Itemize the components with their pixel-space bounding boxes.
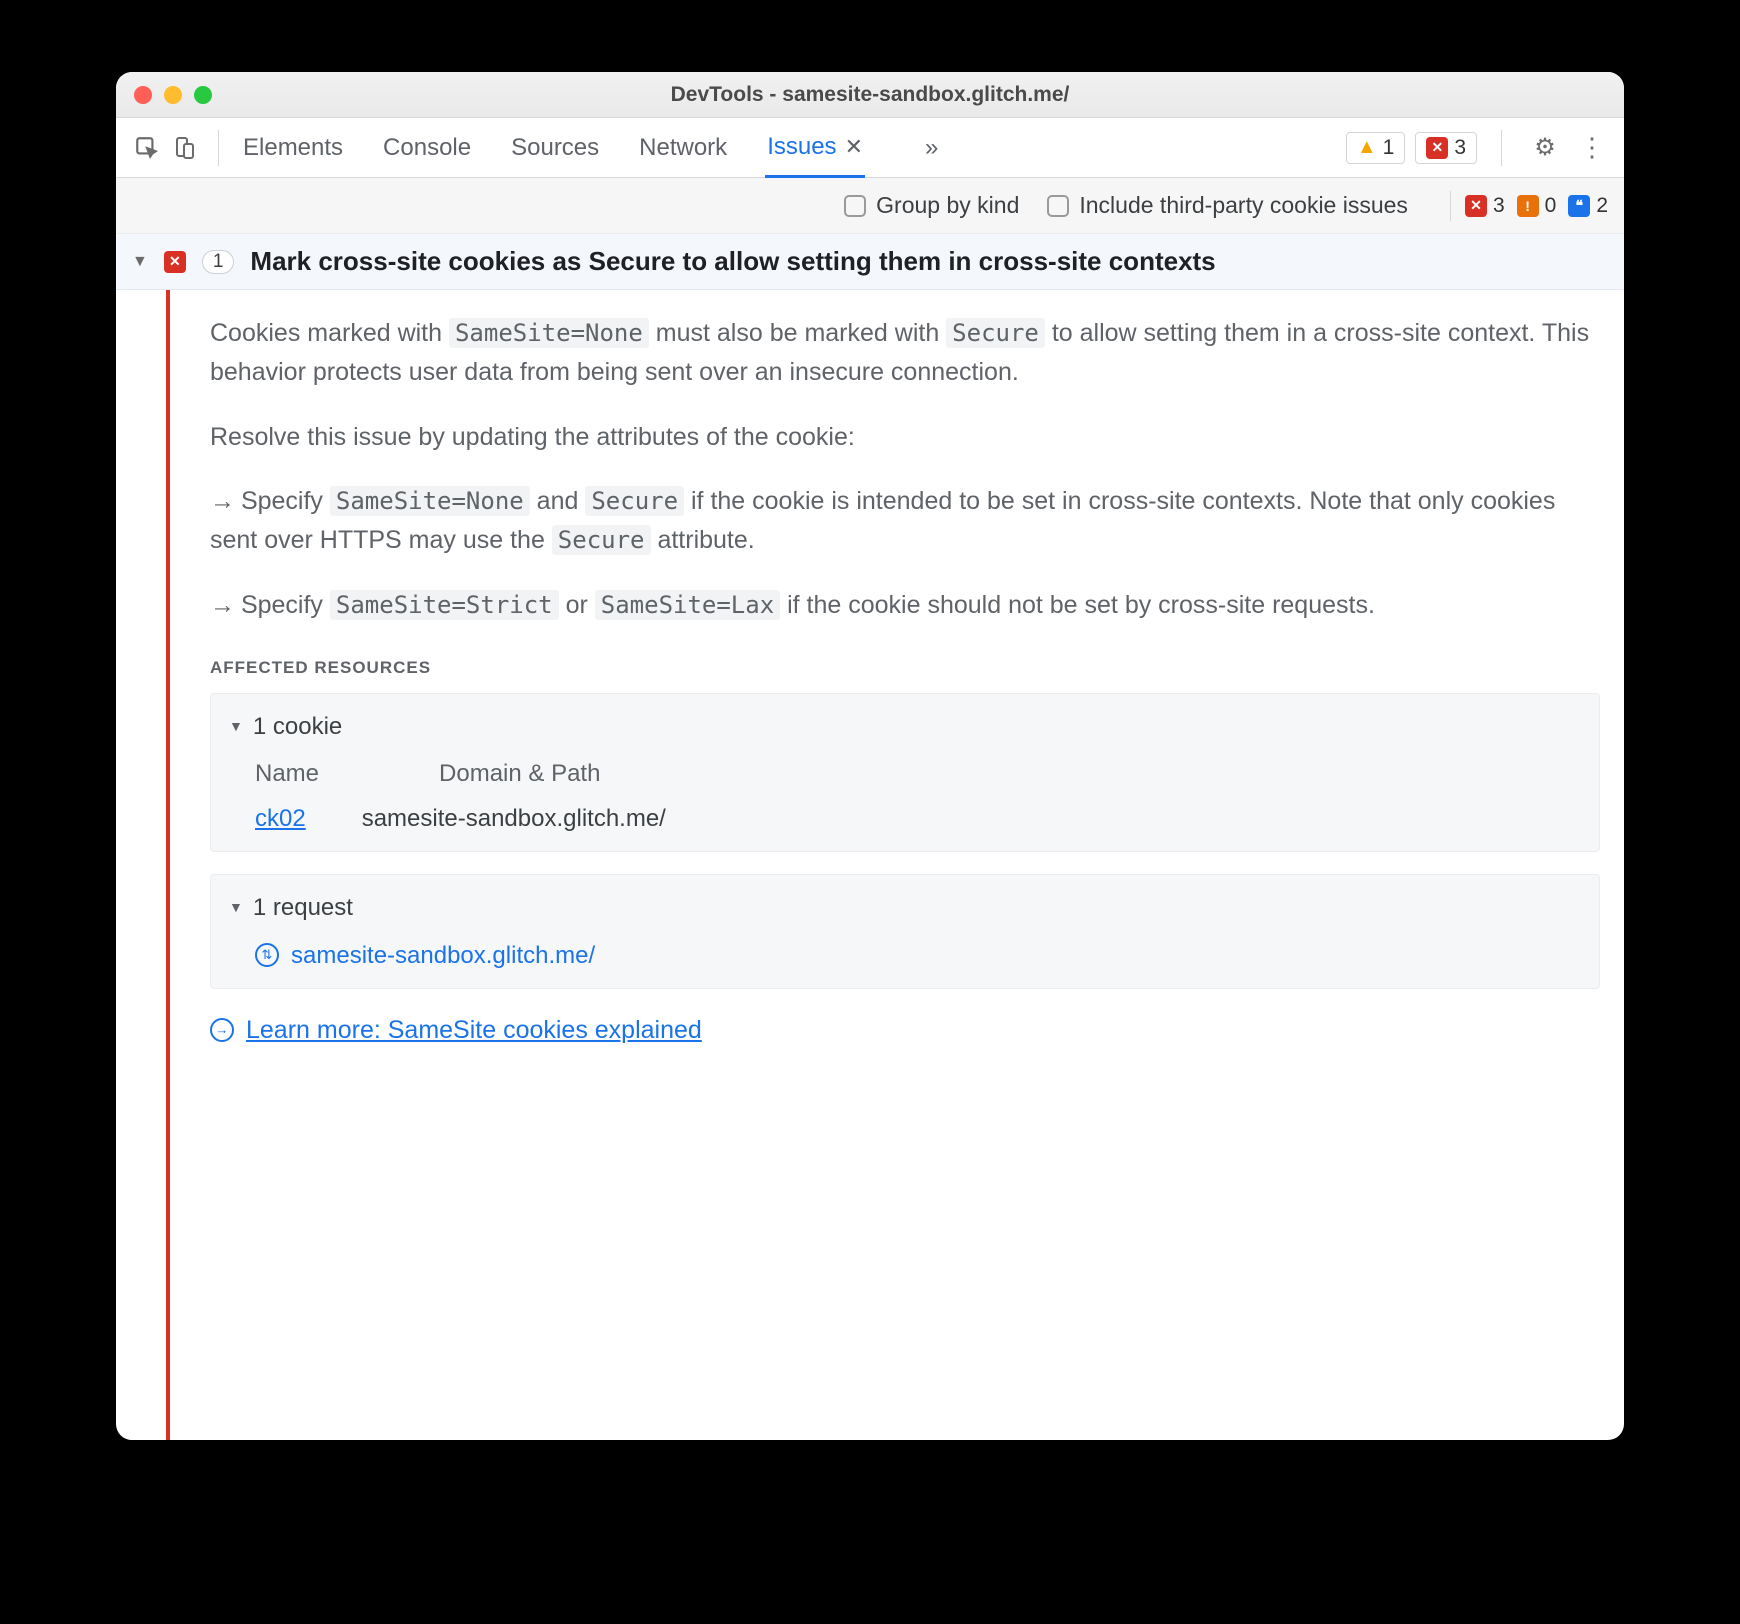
inspect-element-icon[interactable] <box>128 129 166 167</box>
warnings-badge[interactable]: ! 0 <box>1517 194 1557 218</box>
table-header: Name Domain & Path <box>255 755 1581 792</box>
table-row: ck02 samesite-sandbox.glitch.me/ <box>255 800 1581 837</box>
issue-bullet-1: → Specify SameSite=None and Secure if th… <box>210 482 1600 560</box>
issue-description-2: Resolve this issue by updating the attri… <box>210 418 1600 457</box>
col-name: Name <box>255 755 319 792</box>
code-samesite-none: SameSite=None <box>330 486 530 516</box>
tab-label: Network <box>639 134 727 162</box>
close-tab-icon[interactable]: ✕ <box>845 134 863 160</box>
checkbox-icon <box>844 195 866 217</box>
request-icon: ⇅ <box>255 943 279 967</box>
cookie-name-link[interactable]: ck02 <box>255 800 306 837</box>
issue-body: Cookies marked with SameSite=None must a… <box>116 290 1624 1440</box>
toolbar-separator <box>1501 130 1502 166</box>
info-badge[interactable]: ❝ 2 <box>1568 194 1608 218</box>
tab-label: Issues <box>767 133 836 161</box>
info-value: 2 <box>1596 194 1608 218</box>
panel-tabs: Elements Console Sources Network Issues … <box>241 119 938 177</box>
device-toolbar-icon[interactable] <box>166 129 204 167</box>
disclosure-triangle-icon: ▼ <box>229 716 243 738</box>
tab-sources[interactable]: Sources <box>509 120 601 176</box>
window-title: DevTools - samesite-sandbox.glitch.me/ <box>116 83 1624 107</box>
disclosure-triangle-icon[interactable]: ▼ <box>132 253 148 271</box>
tab-network[interactable]: Network <box>637 120 729 176</box>
code-secure: Secure <box>585 486 684 516</box>
affected-cookies-title: 1 cookie <box>253 708 342 745</box>
issue-description-1: Cookies marked with SameSite=None must a… <box>210 314 1600 392</box>
devtools-window: DevTools - samesite-sandbox.glitch.me/ E… <box>116 72 1624 1440</box>
tab-label: Console <box>383 134 471 162</box>
request-url-link[interactable]: samesite-sandbox.glitch.me/ <box>291 937 595 974</box>
warnings-count: 1 <box>1383 136 1395 160</box>
more-menu-icon[interactable]: ⋮ <box>1574 129 1612 167</box>
tab-label: Elements <box>243 134 343 162</box>
affected-requests-panel: ▼ 1 request ⇅ samesite-sandbox.glitch.me… <box>210 874 1600 988</box>
affected-resources-label: AFFECTED RESOURCES <box>210 655 1600 681</box>
more-tabs-icon[interactable]: » <box>925 134 938 162</box>
request-row: ⇅ samesite-sandbox.glitch.me/ <box>255 937 1581 974</box>
tab-elements[interactable]: Elements <box>241 120 345 176</box>
affected-requests-title: 1 request <box>253 889 353 926</box>
code-samesite-strict: SameSite=Strict <box>330 590 559 620</box>
cookies-table: Name Domain & Path ck02 samesite-sandbox… <box>255 755 1581 837</box>
main-toolbar: Elements Console Sources Network Issues … <box>116 118 1624 178</box>
disclosure-triangle-icon: ▼ <box>229 897 243 919</box>
tab-label: Sources <box>511 134 599 162</box>
separator <box>1450 191 1451 221</box>
warning-icon: ▲ <box>1357 136 1377 159</box>
window-titlebar: DevTools - samesite-sandbox.glitch.me/ <box>116 72 1624 118</box>
errors-count: 3 <box>1454 136 1466 160</box>
learn-more-link[interactable]: Learn more: SameSite cookies explained <box>246 1011 702 1050</box>
affected-cookies-header[interactable]: ▼ 1 cookie <box>229 708 1581 745</box>
issue-header[interactable]: ▼ ✕ 1 Mark cross-site cookies as Secure … <box>116 234 1624 290</box>
arrow-right-circle-icon: → <box>210 1018 234 1042</box>
issue-kind-counts: ✕ 3 ! 0 ❝ 2 <box>1465 194 1608 218</box>
warnings-value: 0 <box>1545 194 1557 218</box>
affected-requests-header[interactable]: ▼ 1 request <box>229 889 1581 926</box>
errors-value: 3 <box>1493 194 1505 218</box>
checkbox-icon <box>1047 195 1069 217</box>
code-samesite-none: SameSite=None <box>449 318 649 348</box>
warnings-button[interactable]: ▲ 1 <box>1346 132 1405 164</box>
toolbar-right: ▲ 1 ✕ 3 ⚙ ⋮ <box>1346 129 1612 167</box>
issue-content: Cookies marked with SameSite=None must a… <box>170 290 1624 1440</box>
checkbox-label: Group by kind <box>876 192 1019 219</box>
issue-bullet-2: → Specify SameSite=Strict or SameSite=La… <box>210 586 1600 625</box>
errors-badge[interactable]: ✕ 3 <box>1465 194 1505 218</box>
tab-issues[interactable]: Issues ✕ <box>765 119 865 178</box>
toolbar-separator <box>218 130 219 166</box>
warning-icon: ! <box>1517 195 1539 217</box>
info-icon: ❝ <box>1568 195 1590 217</box>
code-secure: Secure <box>946 318 1045 348</box>
error-icon: ✕ <box>164 251 186 273</box>
settings-icon[interactable]: ⚙ <box>1526 129 1564 167</box>
learn-more-row: → Learn more: SameSite cookies explained <box>210 1011 1600 1050</box>
cookie-domain: samesite-sandbox.glitch.me/ <box>362 800 666 837</box>
affected-cookies-panel: ▼ 1 cookie Name Domain & Path ck02 sames… <box>210 693 1600 853</box>
errors-button[interactable]: ✕ 3 <box>1415 132 1477 164</box>
code-secure: Secure <box>552 525 651 555</box>
arrow-icon: → <box>210 586 234 625</box>
include-third-party-checkbox[interactable]: Include third-party cookie issues <box>1047 192 1408 219</box>
code-samesite-lax: SameSite=Lax <box>595 590 780 620</box>
issue-title: Mark cross-site cookies as Secure to all… <box>250 246 1215 277</box>
arrow-icon: → <box>210 482 234 521</box>
tab-console[interactable]: Console <box>381 120 473 176</box>
issues-filterbar: Group by kind Include third-party cookie… <box>116 178 1624 234</box>
issue-count-pill: 1 <box>202 250 235 274</box>
checkbox-label: Include third-party cookie issues <box>1079 192 1408 219</box>
error-icon: ✕ <box>1465 195 1487 217</box>
col-domain: Domain & Path <box>439 755 600 792</box>
group-by-kind-checkbox[interactable]: Group by kind <box>844 192 1019 219</box>
error-icon: ✕ <box>1426 137 1448 159</box>
